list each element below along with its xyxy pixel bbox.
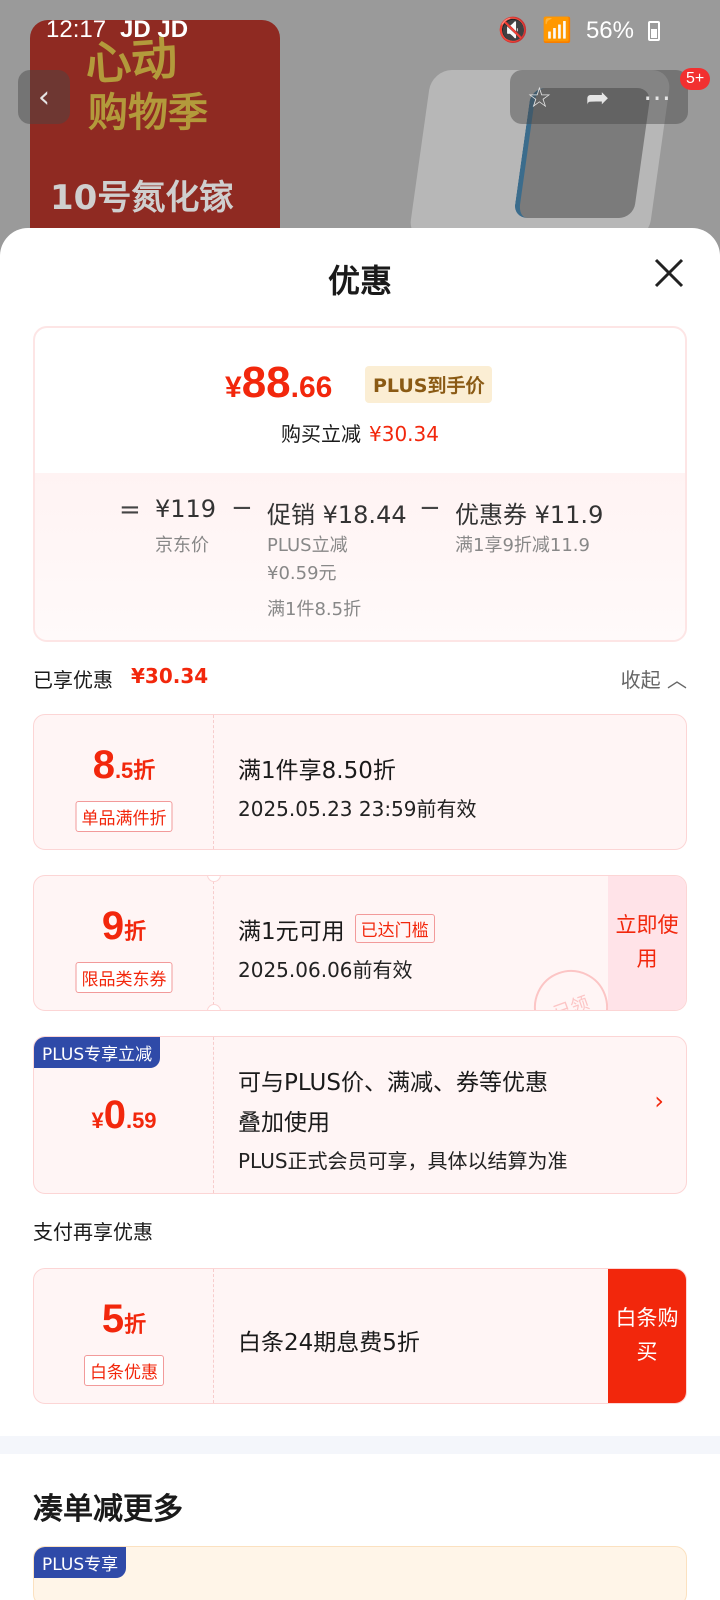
coupon-desc: 满1享9折减11.9 bbox=[455, 535, 590, 556]
chevron-up-icon: ︿ bbox=[667, 668, 687, 692]
jd-price: ¥119 bbox=[155, 495, 217, 523]
discount-type-tag: 限品类东券 bbox=[75, 962, 173, 993]
plus-exclusive-tag: PLUS专享立减 bbox=[34, 1037, 161, 1068]
applied-discounts-row: 已享优惠 ¥30.34 收起 ︿ bbox=[33, 660, 687, 694]
section-divider bbox=[0, 1436, 720, 1454]
discount-title: 满1件享8.50折 bbox=[238, 758, 396, 784]
claimed-stamp: 已领 bbox=[523, 959, 619, 1010]
baitiao-buy-button[interactable]: 白条购买 bbox=[608, 1269, 686, 1403]
mute-icon: 🔇 bbox=[498, 17, 529, 44]
discount-title: 满1元可用 已达门槛 bbox=[238, 912, 435, 946]
use-now-button[interactable]: 立即使用 bbox=[608, 876, 686, 1010]
poster-text-3: 10号氮化镓 bbox=[50, 178, 234, 218]
applied-amount: ¥30.34 bbox=[131, 664, 209, 688]
chevron-right-icon: › bbox=[654, 1087, 664, 1115]
plus-exclusive-tag: PLUS专享 bbox=[34, 1547, 127, 1578]
battery-icon bbox=[648, 20, 660, 41]
discount-type-tag: 单品满件折 bbox=[75, 801, 173, 832]
discount-desc: PLUS正式会员可享，具体以结算为准 bbox=[238, 1149, 568, 1173]
more-section-title: 凑单减更多 bbox=[33, 1492, 183, 1527]
threshold-met-tag: 已达门槛 bbox=[354, 914, 435, 943]
promo-discount: 满1件8.5折 bbox=[267, 599, 362, 620]
minus-sign: − bbox=[231, 493, 253, 523]
minus-sign: − bbox=[419, 493, 441, 523]
discount-validity: 2025.06.06前有效 bbox=[238, 958, 413, 982]
star-icon[interactable]: ☆ bbox=[527, 81, 552, 114]
discount-sheet: 优惠 ¥88.66 PLUS到手价 购买立减 ¥30.34 = ¥119 京东价 … bbox=[0, 228, 720, 1600]
price-breakdown: = ¥119 京东价 − 促销 ¥18.44 PLUS立减 ¥0.59元 满1件… bbox=[35, 473, 685, 640]
collapse-toggle[interactable]: 收起 ︿ bbox=[621, 664, 687, 693]
message-badge: 5+ bbox=[680, 68, 711, 90]
promo-plus-amount: ¥0.59元 bbox=[267, 563, 337, 584]
plus-price-tag: PLUS到手价 bbox=[365, 366, 493, 403]
poster-text-2: 购物季 bbox=[88, 90, 208, 136]
discount-title: 白条24期息费5折 bbox=[238, 1330, 420, 1356]
discount-card-baitiao: 5折 白条优惠 白条24期息费5折 白条购买 bbox=[33, 1268, 687, 1404]
close-icon[interactable] bbox=[648, 252, 690, 294]
top-actions: ☆ ➦ ⋯ bbox=[510, 70, 688, 124]
pay-section-title: 支付再享优惠 bbox=[33, 1220, 153, 1244]
back-button[interactable]: ‹ bbox=[18, 70, 70, 124]
discount-title-line2: 叠加使用 bbox=[238, 1110, 330, 1136]
purchase-reduction: 购买立减 ¥30.34 bbox=[281, 422, 439, 446]
wifi-icon: 📶 bbox=[542, 17, 572, 44]
final-price: ¥88.66 bbox=[225, 358, 333, 407]
more-icon[interactable]: ⋯ bbox=[643, 81, 671, 114]
share-icon[interactable]: ➦ bbox=[586, 81, 609, 114]
equals-sign: = bbox=[119, 495, 141, 525]
clock: 12:17 bbox=[46, 16, 107, 43]
coupon-amount: 优惠券 ¥11.9 bbox=[455, 501, 604, 529]
sheet-title: 优惠 bbox=[327, 262, 392, 300]
discount-card-coupon: 9折 限品类东券 满1元可用 已达门槛 2025.06.06前有效 已领 立即使用 bbox=[33, 875, 687, 1011]
applied-label: 已享优惠 bbox=[33, 668, 113, 692]
next-discount-card[interactable]: PLUS专享 bbox=[33, 1546, 687, 1600]
discount-title-line1: 可与PLUS价、满减、券等优惠 bbox=[238, 1070, 548, 1096]
discount-value: ¥0.59 bbox=[91, 1093, 157, 1137]
discount-card-plus[interactable]: PLUS专享立减 ¥0.59 可与PLUS价、满减、券等优惠 叠加使用 PLUS… bbox=[33, 1036, 687, 1194]
jd-price-label: 京东价 bbox=[155, 535, 209, 556]
price-summary: ¥88.66 PLUS到手价 购买立减 ¥30.34 = ¥119 京东价 − 促… bbox=[33, 326, 687, 642]
battery-percent: 56% bbox=[585, 16, 634, 44]
promo-plus-reduce: PLUS立减 bbox=[267, 535, 348, 556]
status-bar: 12:17 JD JD 🔇 📶 56% bbox=[0, 0, 720, 62]
discount-card-quantity: 8.5折 单品满件折 满1件享8.50折 2025.05.23 23:59前有效 bbox=[33, 714, 687, 850]
notification-apps: JD JD bbox=[120, 16, 189, 43]
discount-type-tag: 白条优惠 bbox=[84, 1355, 164, 1386]
discount-validity: 2025.05.23 23:59前有效 bbox=[238, 797, 477, 821]
promo-amount: 促销 ¥18.44 bbox=[267, 501, 407, 529]
